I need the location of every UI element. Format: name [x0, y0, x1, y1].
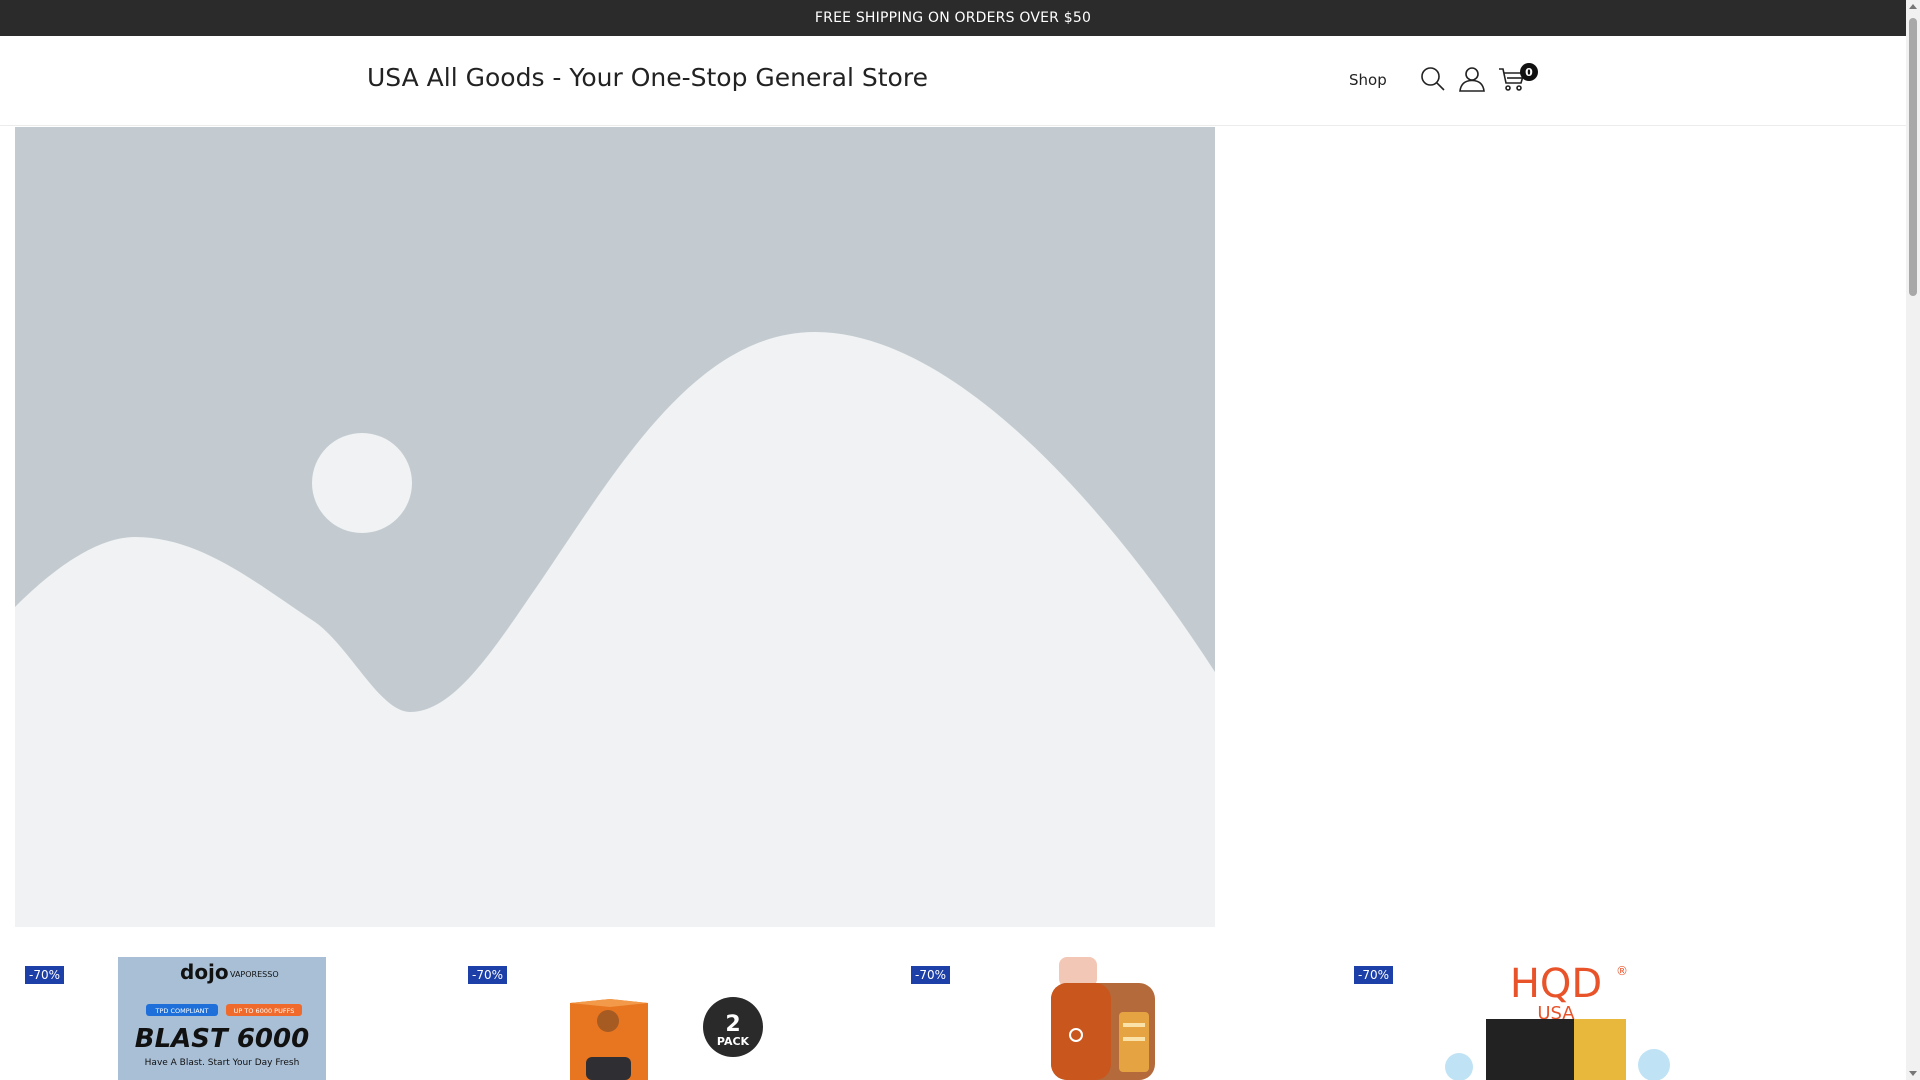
hero-banner[interactable]: [15, 127, 1215, 927]
page-scrollbar[interactable]: [1906, 0, 1920, 1080]
discount-badge: -70%: [25, 966, 65, 984]
product-tagline-text: Have A Blast. Start Your Day Fresh: [145, 1058, 300, 1068]
product-grid: -70% dojo VAPORESSO TPD COMPLIANT UP TO …: [0, 950, 1906, 1080]
product-image[interactable]: [1011, 957, 1181, 1080]
search-icon[interactable]: [1418, 64, 1448, 94]
discount-badge: -70%: [911, 966, 951, 984]
site-header: USA All Goods - Your One-Stop General St…: [0, 36, 1906, 126]
product-card[interactable]: -70% dojo VAPORESSO TPD COMPLIANT UP TO …: [15, 950, 445, 1080]
discount-badge: -70%: [1354, 966, 1394, 984]
user-icon[interactable]: [1457, 64, 1487, 94]
product-brand-text: dojo: [180, 960, 229, 984]
cart-count-badge[interactable]: 0: [1520, 63, 1538, 81]
product-image[interactable]: dojo VAPORESSO TPD COMPLIANT UP TO 6000 …: [118, 957, 326, 1080]
pack-label-text: PACK: [717, 1035, 750, 1048]
placeholder-image-icon: [15, 127, 1215, 927]
product-name-text: BLAST 6000: [135, 1024, 309, 1054]
product-card[interactable]: -70%: [901, 950, 1331, 1080]
scroll-up-arrow-icon[interactable]: [1909, 4, 1917, 9]
announcement-bar: FREE SHIPPING ON ORDERS OVER $50: [0, 0, 1906, 36]
product-card[interactable]: -70% 2 PACK: [458, 950, 888, 1080]
product-image[interactable]: HQD ® USA: [1414, 957, 1704, 1080]
pack-number-text: 2: [725, 1012, 740, 1037]
hqd-brand-text: HQD: [1510, 961, 1602, 1007]
discount-badge: -70%: [468, 966, 508, 984]
site-title[interactable]: USA All Goods - Your One-Stop General St…: [367, 63, 928, 92]
nav-link-shop[interactable]: Shop: [1349, 71, 1387, 89]
product-sub-text: VAPORESSO: [230, 970, 279, 979]
product-card[interactable]: -70% HQD ® USA: [1344, 950, 1774, 1080]
product-tag-text: TPD COMPLIANT: [155, 1007, 209, 1015]
registered-mark-text: ®: [1616, 964, 1628, 978]
product-image[interactable]: 2 PACK: [558, 957, 768, 1080]
product-tag-text: UP TO 6000 PUFFS: [234, 1007, 295, 1015]
scrollbar-thumb[interactable]: [1909, 18, 1917, 296]
scroll-down-arrow-icon[interactable]: [1909, 1071, 1917, 1076]
announcement-text: FREE SHIPPING ON ORDERS OVER $50: [814, 10, 1092, 26]
